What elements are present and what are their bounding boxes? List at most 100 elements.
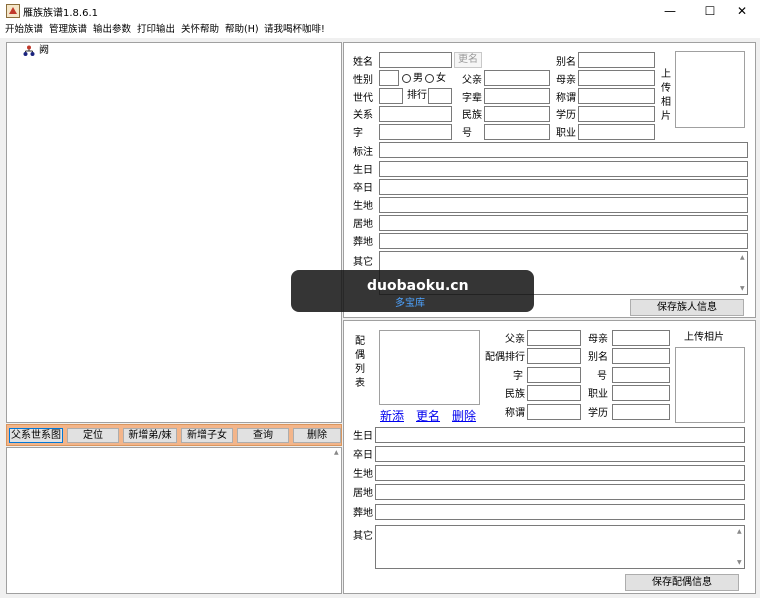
spouse-title-input[interactable] [527,404,581,420]
maximize-button[interactable]: ☐ [692,0,728,22]
spouse-ethnicity-input[interactable] [527,385,581,401]
scroll-down-icon[interactable]: ▼ [737,560,742,566]
spouse-residence-input[interactable] [375,484,745,500]
gender-male-label: 男 [413,73,423,84]
close-button[interactable]: ✕ [724,0,760,22]
father-input[interactable] [484,70,550,86]
search-button[interactable]: 查询 [237,428,289,443]
save-person-button[interactable]: 保存族人信息 [630,299,744,316]
education-input[interactable] [578,106,655,122]
app-icon [6,4,20,18]
person-photo-box[interactable] [675,51,745,128]
spouse-birth-input[interactable] [375,427,745,443]
delete-button[interactable]: 删除 [293,428,341,443]
window-title: 雁族族谱1.8.6.1 [23,8,98,19]
spouse-occupation-input[interactable] [612,385,670,401]
spouse-birth-label: 生日 [353,431,373,442]
scroll-up-icon[interactable]: ▲ [334,450,339,456]
spouse-occupation-label: 职业 [588,389,608,400]
remark-input[interactable] [379,142,748,158]
occupation-label: 职业 [556,128,576,139]
spouse-death-input[interactable] [375,446,745,462]
name-input[interactable] [379,52,452,68]
action-toolbar: 父系世系图 定位 新增弟/妹 新增子女 查询 删除 [6,424,342,446]
generation-input[interactable] [379,88,403,104]
name-label: 姓名 [353,57,373,68]
spouse-birthplace-label: 生地 [353,469,373,480]
rename-button[interactable]: 更名 [454,52,482,68]
family-tree-panel[interactable]: 阙 [6,42,342,423]
spouse-add-link[interactable]: 新添 [380,407,404,424]
menu-help[interactable]: 帮助(H) [225,23,259,37]
family-tree-icon [23,45,35,56]
menu-care-help[interactable]: 关怀帮助 [181,23,219,37]
alias-input[interactable] [578,52,655,68]
menu-manage-genealogy[interactable]: 管理族谱 [49,23,87,37]
spouse-listbox[interactable] [379,330,480,405]
gender-input[interactable] [379,70,399,86]
birth-label: 生日 [353,165,373,176]
spouse-title-label: 称谓 [505,408,525,419]
burial-input[interactable] [379,233,748,249]
generation-name-input[interactable] [484,88,550,104]
spouse-father-input[interactable] [527,330,581,346]
relation-input[interactable] [379,106,452,122]
spouse-list-label-4: 表 [355,378,365,389]
menu-buy-coffee[interactable]: 请我喝杯咖啡! [264,23,325,37]
watermark-overlay: duobaoku.cn 多宝库 [291,270,534,312]
gender-female-radio[interactable] [425,74,434,83]
death-input[interactable] [379,179,748,195]
minimize-button[interactable]: — [652,0,688,22]
ethnicity-input[interactable] [484,106,550,122]
menu-output-params[interactable]: 输出参数 [93,23,131,37]
tree-root-node[interactable]: 阙 [39,45,49,57]
mother-input[interactable] [578,70,655,86]
spouse-residence-label: 居地 [353,488,373,499]
add-sibling-button[interactable]: 新增弟/妹 [123,428,177,443]
watermark-text: duobaoku.cn [367,278,469,294]
spouse-photo-box[interactable] [675,347,745,423]
result-list-panel[interactable]: ▲ [6,447,342,594]
residence-input[interactable] [379,215,748,231]
spouse-education-input[interactable] [612,404,670,420]
scroll-down-icon[interactable]: ▼ [740,286,745,292]
spouse-other-textarea[interactable]: ▲ ▼ [375,525,745,569]
spouse-zi-input[interactable] [527,367,581,383]
hao-input[interactable] [484,124,550,140]
gender-male-radio[interactable] [402,74,411,83]
spouse-education-label: 学历 [588,408,608,419]
spouse-alias-input[interactable] [612,348,670,364]
rank-input[interactable] [428,88,452,104]
spouse-rank-label: 配偶排行 [485,352,525,363]
birthplace-input[interactable] [379,197,748,213]
upload-photo-label-1: 上 [661,69,671,80]
spouse-mother-input[interactable] [612,330,670,346]
spouse-rank-input[interactable] [527,348,581,364]
scroll-up-icon[interactable]: ▲ [740,255,745,261]
spouse-burial-input[interactable] [375,504,745,520]
alias-label: 别名 [556,57,576,68]
occupation-input[interactable] [578,124,655,140]
spouse-upload-photo-label: 上传相片 [684,332,724,343]
add-child-button[interactable]: 新增子女 [181,428,233,443]
mother-label: 母亲 [556,75,576,86]
menu-start-genealogy[interactable]: 开始族谱 [5,23,43,37]
save-spouse-button[interactable]: 保存配偶信息 [625,574,739,591]
spouse-rename-link[interactable]: 更名 [416,407,440,424]
spouse-delete-link[interactable]: 删除 [452,407,476,424]
scroll-up-icon[interactable]: ▲ [737,529,742,535]
upload-photo-label-2: 传 [661,83,671,94]
generation-name-label: 字辈 [462,93,482,104]
birth-input[interactable] [379,161,748,177]
title-input[interactable] [578,88,655,104]
spouse-alias-label: 别名 [588,352,608,363]
spouse-hao-input[interactable] [612,367,670,383]
rank-label: 排行 [407,90,427,101]
zi-input[interactable] [379,124,452,140]
father-label: 父亲 [462,75,482,86]
spouse-birthplace-input[interactable] [375,465,745,481]
paternal-lineage-button[interactable]: 父系世系图 [9,428,63,443]
spouse-ethnicity-label: 民族 [505,389,525,400]
menu-print-output[interactable]: 打印输出 [137,23,175,37]
locate-button[interactable]: 定位 [67,428,119,443]
